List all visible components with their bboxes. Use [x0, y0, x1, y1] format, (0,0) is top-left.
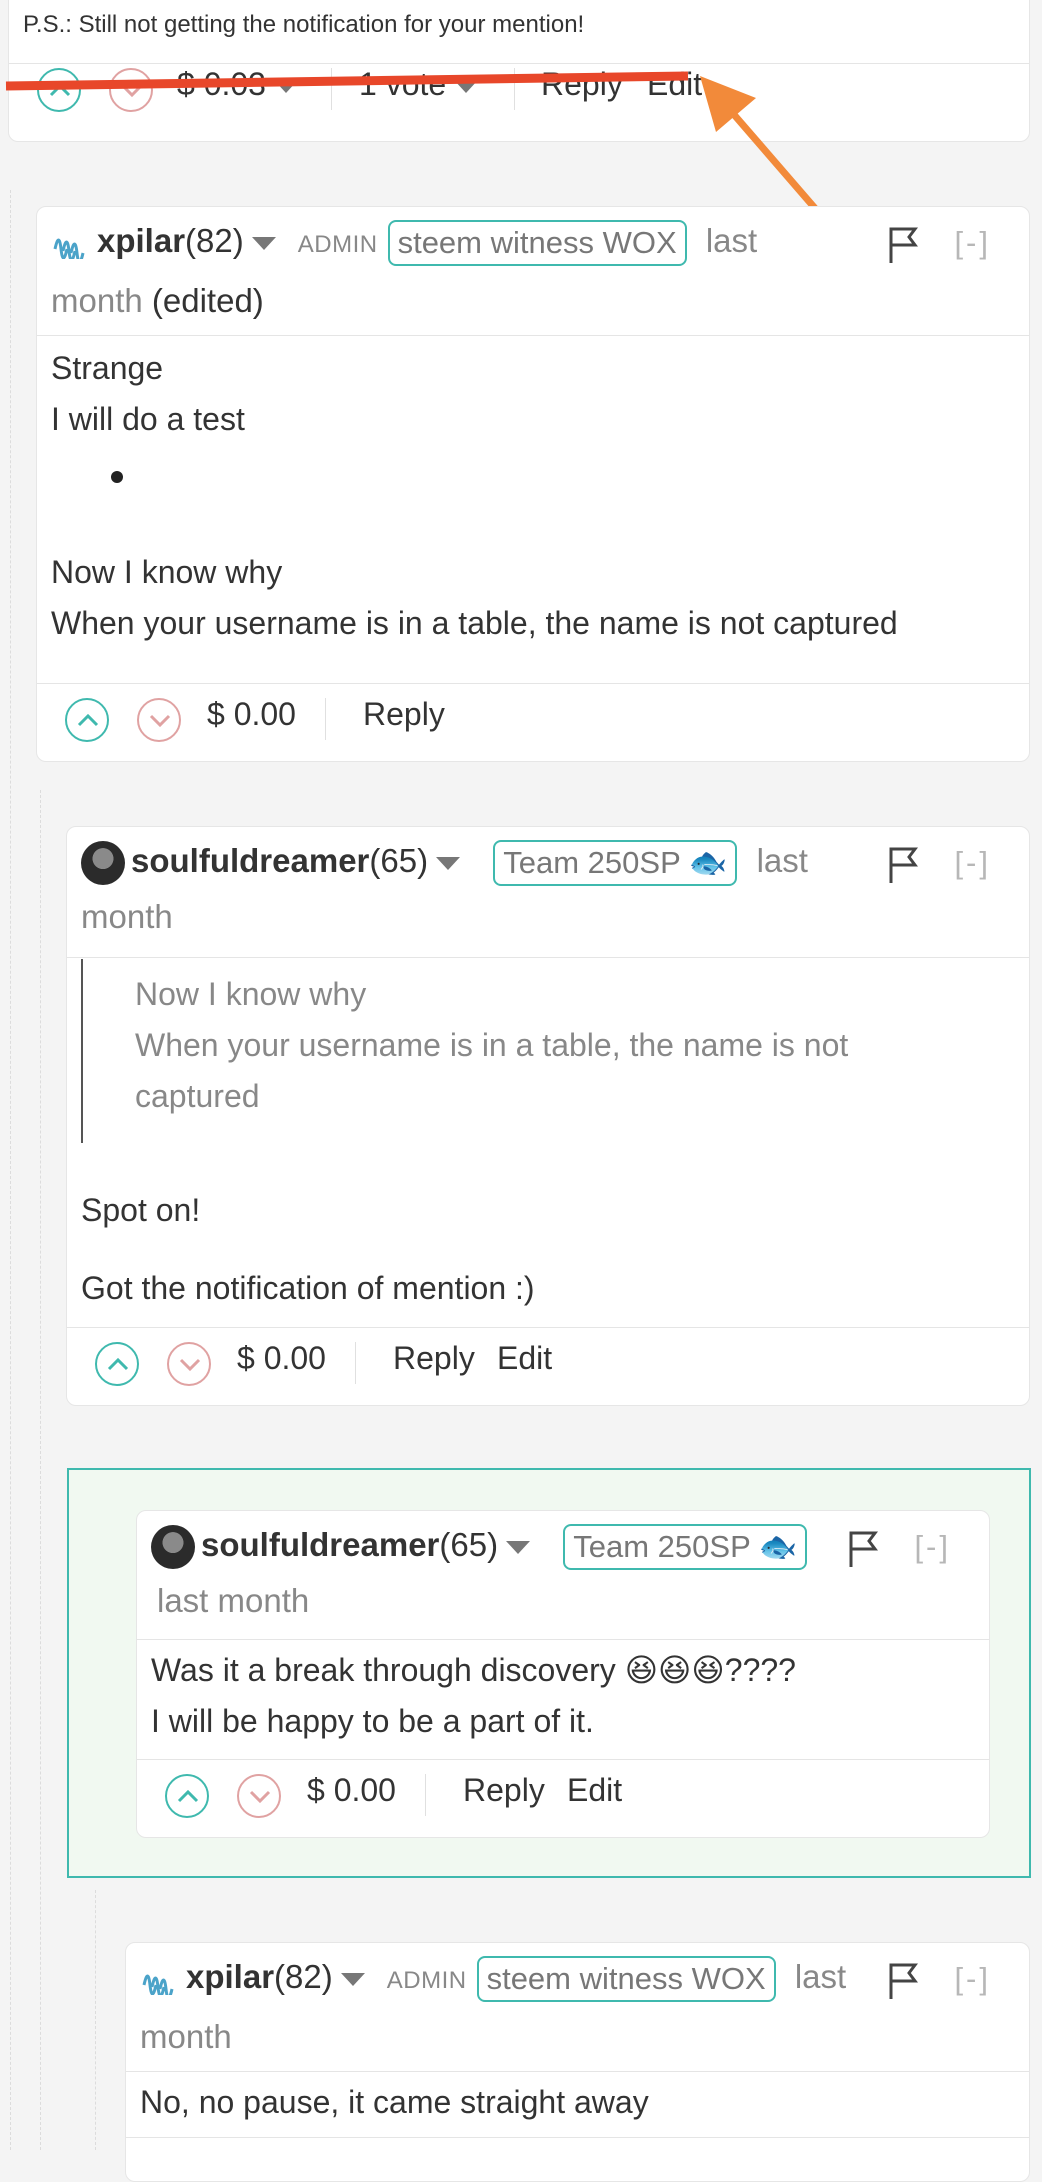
- payout-value[interactable]: $ 0.00: [207, 696, 296, 733]
- comment-line: Now I know why: [51, 554, 283, 590]
- comment-line: Got the notification of mention :): [81, 1270, 535, 1306]
- quote-line: When your username is in a table, the na…: [135, 1027, 849, 1063]
- comment-footer: $ 0.00 Reply Edit: [137, 1760, 989, 1834]
- comment-footer: $ 0.00 Reply: [37, 684, 1029, 758]
- collapse-toggle[interactable]: [-]: [954, 215, 991, 271]
- upvote-button[interactable]: [95, 1342, 139, 1386]
- author-dropdown-icon[interactable]: [436, 856, 461, 870]
- blockquote: Now I know why When your username is in …: [81, 959, 903, 1143]
- comment-body: Was it a break through discovery 😆😆😆????…: [151, 1645, 975, 1747]
- flag-icon[interactable]: [847, 1529, 881, 1569]
- downvote-button[interactable]: [167, 1342, 211, 1386]
- avatar[interactable]: [151, 1525, 195, 1570]
- chevron-down-icon: [249, 1790, 271, 1804]
- payout-value[interactable]: $ 0.00: [307, 1772, 396, 1809]
- comment-card-xpilar: xpilar(82) ADMIN steem witness WOX last mo…: [36, 206, 1030, 762]
- timestamp[interactable]: last: [795, 1958, 846, 1995]
- upvote-button[interactable]: [65, 698, 109, 742]
- timestamp-cont[interactable]: month: [81, 898, 173, 935]
- red-strike-line: [5, 71, 689, 91]
- edit-link[interactable]: Edit: [497, 1340, 552, 1377]
- chevron-up-icon: [177, 1789, 199, 1803]
- timestamp-cont[interactable]: month: [51, 282, 143, 319]
- reputation: (82): [185, 222, 244, 259]
- comment-line: Strange: [51, 350, 164, 386]
- chevron-down-icon: [179, 1358, 201, 1372]
- comment-line: I will do a test: [51, 401, 245, 437]
- author-name[interactable]: soulfuldreamer: [131, 842, 369, 879]
- comment-body: Strange I will do a test Now I know why …: [51, 343, 1015, 649]
- reply-link[interactable]: Reply: [393, 1340, 475, 1377]
- author-name[interactable]: soulfuldreamer: [201, 1526, 439, 1563]
- avatar[interactable]: [81, 841, 125, 886]
- downvote-button[interactable]: [137, 698, 181, 742]
- flag-icon[interactable]: [887, 1961, 921, 2001]
- downvote-button[interactable]: [237, 1774, 281, 1818]
- reputation: (65): [439, 1526, 499, 1563]
- flag-icon[interactable]: [887, 225, 921, 265]
- orange-arrow-head: [700, 76, 756, 132]
- comment-line: Spot on!: [81, 1192, 201, 1228]
- comment-card-soulfuldreamer: soulfuldreamer(65) Team 250SP 🐟 last mon…: [66, 826, 1030, 1406]
- reply-link[interactable]: Reply: [463, 1772, 545, 1809]
- upvote-button[interactable]: [165, 1774, 209, 1818]
- empty-bullet: [51, 445, 1015, 521]
- reputation: (82): [274, 1958, 333, 1995]
- chevron-down-icon: [149, 714, 171, 728]
- collapse-toggle[interactable]: [-]: [954, 1951, 991, 2007]
- author-badge: Team 250SP 🐟: [563, 1524, 808, 1571]
- author-dropdown-icon[interactable]: [251, 236, 276, 250]
- collapse-toggle[interactable]: [-]: [914, 1519, 951, 1575]
- edit-link[interactable]: Edit: [567, 1772, 622, 1809]
- comment-line: Was it a break through discovery 😆😆😆????: [151, 1652, 796, 1688]
- thread-line: [95, 1890, 96, 2150]
- reply-link[interactable]: Reply: [363, 696, 445, 733]
- comment-body: Spot on! Got the notification of mention…: [81, 1185, 1015, 1314]
- timestamp-cont[interactable]: month: [140, 2018, 232, 2055]
- thread-line: [10, 190, 11, 2150]
- payout-value[interactable]: $ 0.00: [237, 1340, 326, 1377]
- timestamp[interactable]: last month: [157, 1582, 309, 1619]
- steem-logo-icon: [142, 1974, 174, 1996]
- comment-line: When your username is in a table, the na…: [51, 605, 898, 641]
- chevron-up-icon: [107, 1357, 129, 1371]
- chevron-up-icon: [77, 713, 99, 727]
- comment-footer: $ 0.00 Reply Edit: [67, 1328, 1029, 1402]
- author-name[interactable]: xpilar: [186, 1958, 274, 1995]
- reputation: (65): [369, 842, 429, 879]
- author-badge: steem witness WOX: [476, 1956, 776, 2003]
- author-name[interactable]: xpilar: [97, 222, 185, 259]
- flag-icon[interactable]: [887, 845, 921, 885]
- comment-body: No, no pause, it came straight away: [140, 2077, 1015, 2128]
- edited-label: (edited): [151, 282, 264, 319]
- comment-card-soulfuldreamer-highlighted: soulfuldreamer(65) Team 250SP 🐟 last mon…: [136, 1510, 990, 1838]
- role-label: ADMIN: [297, 231, 378, 258]
- timestamp[interactable]: last: [706, 222, 757, 259]
- author-badge: steem witness WOX: [387, 220, 687, 267]
- comment-line: I will be happy to be a part of it.: [151, 1703, 594, 1739]
- comment-card-xpilar-reply: xpilar(82) ADMIN steem witness WOX last mo…: [125, 1942, 1030, 2182]
- author-dropdown-icon[interactable]: [340, 1972, 365, 1986]
- steem-logo-icon: [53, 238, 85, 260]
- comment-line: No, no pause, it came straight away: [140, 2084, 649, 2120]
- role-label: ADMIN: [386, 1967, 467, 1994]
- thread-line: [40, 790, 41, 2150]
- timestamp[interactable]: last: [757, 842, 808, 879]
- quote-line: Now I know why: [135, 976, 367, 1012]
- quote-line: captured: [135, 1078, 260, 1114]
- author-badge: Team 250SP 🐟: [493, 840, 738, 887]
- collapse-toggle[interactable]: [-]: [954, 835, 991, 891]
- author-dropdown-icon[interactable]: [506, 1540, 531, 1554]
